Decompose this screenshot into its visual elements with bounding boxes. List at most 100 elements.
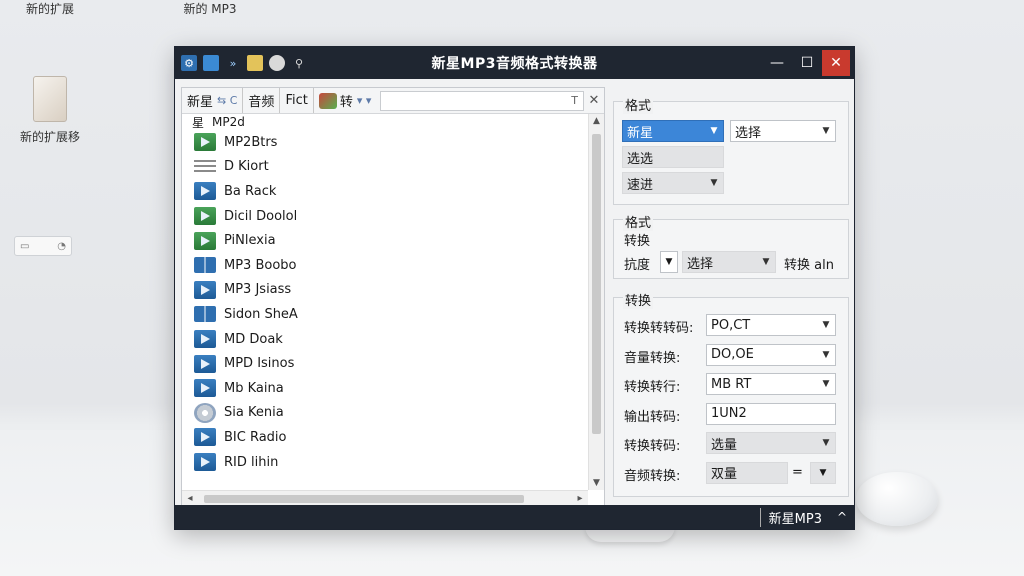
select-option[interactable]: 选选 xyxy=(622,146,724,168)
setting-label: 音频转换: xyxy=(624,468,681,484)
setting-value: MB RT xyxy=(711,376,752,392)
list-item[interactable]: RID lihin xyxy=(182,450,588,475)
play-icon xyxy=(194,280,216,299)
setting-label: 转换转码: xyxy=(624,439,681,454)
app-logo-icon[interactable]: ⚙ xyxy=(181,55,197,71)
desktop-icon-label: 新的扩展移 xyxy=(19,130,80,144)
tab-fict[interactable]: Fict xyxy=(280,88,314,113)
settings-pane: 格式 新星 ▼ 选择 ▼ 选选 速进 ▼ 格式 转换 抗度 ▼ 选择 ▼ 转换 … xyxy=(613,87,849,507)
list-item[interactable]: PiNlexia xyxy=(182,228,588,253)
list-item-name: D Kiort xyxy=(224,159,269,175)
list-item-name: MP3 Jsiass xyxy=(224,282,292,298)
setting-select[interactable]: 双量 xyxy=(706,461,788,484)
setting-select[interactable]: 1UN2 xyxy=(706,402,836,425)
format-select-value: 新星 xyxy=(627,125,654,141)
preset-select[interactable]: 选择 ▼ xyxy=(730,120,836,142)
desktop-icon-label: 新的 MP3 xyxy=(183,2,237,16)
desktop-widget[interactable]: ▭ ◔ xyxy=(14,236,72,256)
scroll-thumb[interactable] xyxy=(204,495,524,503)
scroll-thumb[interactable] xyxy=(592,134,601,434)
chevron-up-icon[interactable]: ^ xyxy=(830,510,854,524)
mouse xyxy=(856,472,938,526)
chevron-down-icon: ▼ xyxy=(819,467,827,478)
horizontal-scrollbar[interactable]: ◂ ▸ xyxy=(182,490,588,506)
conversion-settings-group: 转换 转换转转码: PO,CT ▼ 音量转换: DO,OE ▼ 转换转行: MB RT ▼ 输出转… xyxy=(613,290,849,497)
stop-icon[interactable] xyxy=(203,55,219,71)
setting-select[interactable]: PO,CT ▼ xyxy=(706,314,836,336)
list-item[interactable]: Mb Kaina xyxy=(182,376,588,401)
setting-value: 选量 xyxy=(711,437,738,453)
preset-select-value: 选择 xyxy=(735,125,762,141)
list-item[interactable]: Ba Rack xyxy=(182,179,588,204)
play-icon xyxy=(194,453,216,472)
setting-select[interactable]: DO,OE ▼ xyxy=(706,343,836,366)
list-item-name: PiNlexia xyxy=(224,233,276,249)
setting-label: 转换转转码: xyxy=(624,321,694,336)
list-item[interactable]: MP3 Boobo xyxy=(182,253,588,278)
list-item[interactable]: MP3 Jsiass xyxy=(182,278,588,303)
search-filter-icon: T xyxy=(571,94,578,107)
quality-select-value: 选择 xyxy=(687,256,714,272)
list-item[interactable]: BIC Radio xyxy=(182,425,588,450)
chevron-down-icon: ▼ xyxy=(762,257,770,267)
quality-dropdown[interactable]: ▼ xyxy=(660,251,678,273)
desktop-icon-1[interactable]: 新的扩展 xyxy=(5,0,95,17)
folder-icon[interactable] xyxy=(247,55,263,71)
list-item[interactable]: Sia Kenia xyxy=(182,401,588,426)
list-header-a: 星 xyxy=(192,115,205,130)
close-button[interactable]: ✕ xyxy=(822,50,850,76)
search-input[interactable]: T xyxy=(380,90,584,111)
scroll-up-icon[interactable]: ▲ xyxy=(589,114,604,128)
maximize-button[interactable]: ☐ xyxy=(792,50,822,76)
list-header-b: MP2d xyxy=(212,115,245,129)
chevron-down-icon: ▼ xyxy=(822,438,830,448)
vertical-scrollbar[interactable]: ▲ ▼ xyxy=(588,114,604,490)
format-select[interactable]: 新星 ▼ xyxy=(622,120,724,142)
play-icon xyxy=(194,428,216,447)
list-item[interactable]: MP2Btrs xyxy=(182,130,588,155)
tab-convert-label: 转 xyxy=(339,95,353,110)
quality-label: 抗度 xyxy=(624,258,651,273)
title-toolbar: ⚙ » ⚲ xyxy=(175,55,307,71)
close-panel-button[interactable]: ✕ xyxy=(584,93,604,108)
list-item[interactable]: Sidon SheA xyxy=(182,302,588,327)
convert-sub-label: 转换 xyxy=(624,234,651,249)
list-item[interactable]: Dicil Doolol xyxy=(182,204,588,229)
speed-select[interactable]: 速进 ▼ xyxy=(622,172,724,194)
setting-label: 输出转码: xyxy=(624,409,681,425)
tab-audio[interactable]: 音频 xyxy=(243,88,281,113)
setting-label: 转换转行: xyxy=(624,380,681,395)
setting-select[interactable]: MB RT ▼ xyxy=(706,373,836,395)
setting-value: PO,CT xyxy=(711,317,751,333)
chevron-down-icon: ▼ xyxy=(822,379,830,389)
file-list-pane: 新星 ⇆ C 音频 Fict 转 ▾ ▾ T ✕ 星 MP2d MP2Btrs D… xyxy=(181,87,605,507)
setting-select[interactable]: 选量 ▼ xyxy=(706,432,836,454)
desktop-icon-2[interactable]: 新的 MP3 xyxy=(165,0,255,17)
speed-select-value: 速进 xyxy=(627,177,654,193)
list-item[interactable]: D Kiort xyxy=(182,155,588,180)
title-bar[interactable]: ⚙ » ⚲ 新星MP3音频格式转换器 — ☐ ✕ xyxy=(175,47,854,79)
play-icon xyxy=(194,354,216,373)
desktop-icon-3[interactable]: 新的扩展移 xyxy=(5,76,95,145)
tab-convert[interactable]: 转 ▾ ▾ xyxy=(314,88,377,113)
list-item-name: MD Doak xyxy=(224,331,283,347)
search-icon[interactable]: ⚲ xyxy=(291,55,307,71)
disc-icon[interactable] xyxy=(269,55,285,71)
tab-star[interactable]: 新星 ⇆ C xyxy=(182,88,244,113)
play-icon xyxy=(194,182,216,201)
tab-star-label: 新星 xyxy=(187,95,214,110)
app-window: ⚙ » ⚲ 新星MP3音频格式转换器 — ☐ ✕ 新星 ⇆ C 音频 Fict … xyxy=(174,46,855,530)
list-item[interactable]: MPD Isinos xyxy=(182,351,588,376)
list-item-name: RID lihin xyxy=(224,454,279,470)
play-icon xyxy=(194,330,216,349)
minimize-button[interactable]: — xyxy=(762,50,792,76)
scroll-down-icon[interactable]: ▼ xyxy=(589,476,604,490)
forward-icon[interactable]: » xyxy=(225,55,241,71)
book-icon xyxy=(194,257,216,274)
book-icon xyxy=(194,306,216,323)
chevron-down-icon: ▾ ▾ xyxy=(356,94,372,107)
quality-select[interactable]: 选择 ▼ xyxy=(682,251,776,273)
setting-dropdown[interactable]: ▼ xyxy=(810,461,836,484)
chevron-down-icon: ▼ xyxy=(710,126,718,136)
list-item[interactable]: MD Doak xyxy=(182,327,588,352)
